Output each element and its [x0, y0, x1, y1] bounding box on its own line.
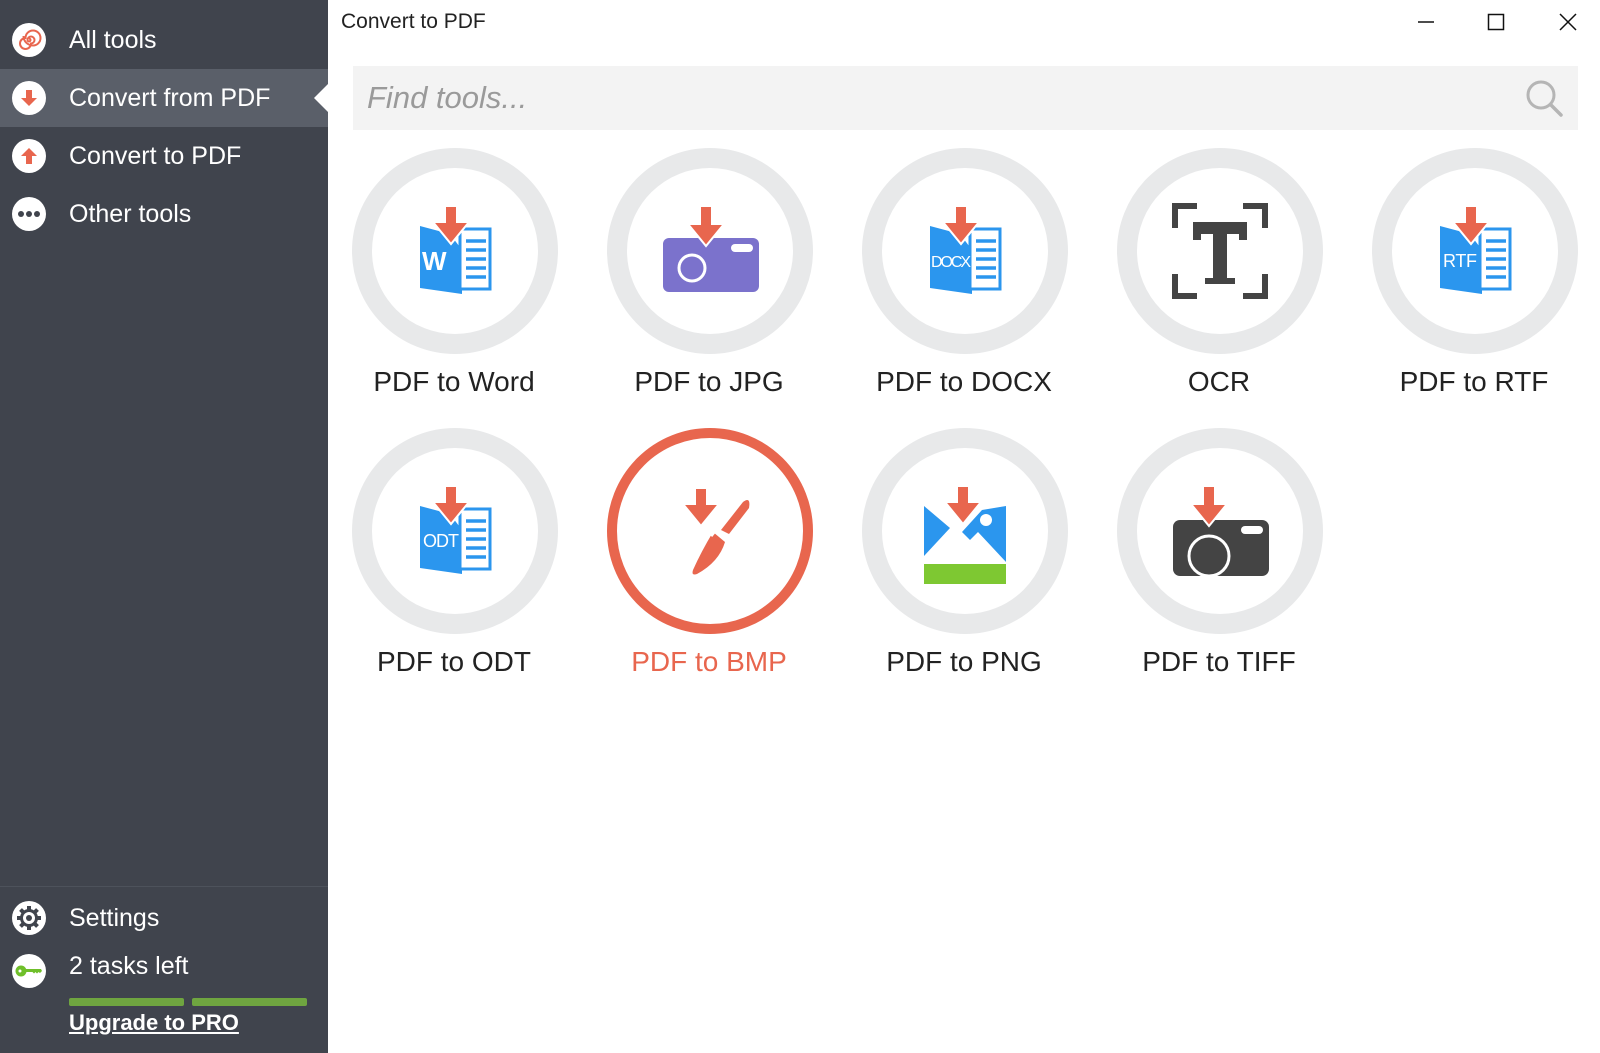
tool-label: PDF to DOCX [876, 366, 1052, 397]
bmp-brush-icon [680, 487, 750, 575]
svg-text:ODT: ODT [423, 531, 459, 551]
sidebar-item-label: Convert from PDF [69, 83, 271, 112]
tool-icon-ring: ODT [352, 428, 558, 634]
tiff-camera-icon [1173, 485, 1269, 578]
maximize-button[interactable] [1472, 6, 1520, 38]
tool-icon-ring [607, 428, 813, 634]
tasks-progress [69, 998, 307, 1006]
tool-icon-ring [607, 148, 813, 354]
tool-label: PDF to ODT [376, 646, 531, 677]
sidebar-item-convert-to-pdf[interactable]: Convert to PDF [0, 127, 328, 185]
tool-icon-ring: W [352, 148, 558, 354]
minimize-button[interactable] [1402, 6, 1450, 38]
tool-icon-ring: RTF [1372, 148, 1578, 354]
odt-doc-icon: ODT [420, 485, 492, 574]
minimize-icon [1418, 21, 1434, 23]
active-pointer [314, 84, 328, 112]
search-input[interactable] [367, 66, 1507, 130]
search-icon[interactable] [1524, 78, 1564, 118]
tool-pdf-to-png[interactable]: PDF to PNG [837, 428, 1091, 688]
tool-icon-ring [1117, 428, 1323, 634]
tasks-left-item: 2 tasks left [0, 946, 328, 996]
maximize-icon [1487, 13, 1505, 31]
tool-pdf-to-tiff[interactable]: PDF to TIFF [1092, 428, 1346, 688]
key-icon [12, 954, 46, 988]
sidebar-item-all-tools[interactable]: All tools [0, 11, 328, 69]
tasks-left-label: 2 tasks left [69, 952, 189, 980]
tool-icon-ring [862, 428, 1068, 634]
sidebar-item-convert-from-pdf[interactable]: Convert from PDF [0, 69, 328, 127]
window-title: Convert to PDF [341, 10, 486, 33]
tool-label: OCR [1187, 366, 1251, 397]
tool-ocr[interactable]: OCR [1092, 148, 1346, 408]
tool-icon-ring [1117, 148, 1323, 354]
sidebar-item-label: All tools [69, 25, 157, 54]
word-doc-icon: W [420, 205, 492, 294]
tool-pdf-to-odt[interactable]: ODT PDF to ODT [327, 428, 581, 688]
docx-doc-icon: DOCX [930, 205, 1002, 294]
sidebar: All tools Convert from PDF Convert to PD… [0, 0, 328, 1053]
jpg-camera-icon [663, 205, 759, 292]
png-image-icon [924, 485, 1006, 584]
tool-label: PDF to JPG [634, 366, 784, 397]
sidebar-item-label: Convert to PDF [69, 141, 242, 170]
sidebar-item-label: Other tools [69, 199, 192, 228]
sidebar-item-settings[interactable]: Settings [0, 889, 328, 947]
tool-pdf-to-word[interactable]: W PDF to Word [327, 148, 581, 408]
task-bar [192, 998, 307, 1006]
spiral-icon [12, 23, 46, 57]
tool-pdf-to-jpg[interactable]: PDF to JPG [582, 148, 836, 408]
sidebar-item-other-tools[interactable]: Other tools [0, 185, 328, 243]
tool-label: PDF to RTF [1399, 366, 1549, 397]
tool-icon-ring: DOCX [862, 148, 1068, 354]
tool-pdf-to-docx[interactable]: DOCX PDF to DOCX [837, 148, 1091, 408]
upgrade-link[interactable]: Upgrade to PRO [69, 1010, 239, 1036]
sidebar-divider [0, 886, 328, 887]
rtf-doc-icon: RTF [1440, 205, 1512, 294]
tool-label: PDF to BMP [631, 646, 787, 677]
search-box [353, 66, 1578, 130]
ocr-text-icon [1172, 203, 1268, 299]
task-bar [69, 998, 184, 1006]
arrow-up-icon [12, 139, 46, 173]
svg-text:DOCX: DOCX [931, 254, 971, 271]
tool-label: PDF to Word [373, 366, 535, 397]
close-icon [1559, 13, 1577, 31]
svg-text:RTF: RTF [1443, 251, 1477, 271]
tool-label: PDF to TIFF [1142, 646, 1296, 677]
tool-pdf-to-rtf[interactable]: RTF PDF to RTF [1347, 148, 1600, 408]
close-button[interactable] [1544, 6, 1592, 38]
svg-text:W: W [422, 246, 447, 276]
tool-pdf-to-bmp[interactable]: PDF to BMP [582, 428, 836, 688]
tool-label: PDF to PNG [886, 646, 1042, 677]
gear-icon [12, 901, 46, 935]
arrow-down-icon [12, 81, 46, 115]
dots-icon [12, 197, 46, 231]
settings-label: Settings [69, 903, 160, 932]
